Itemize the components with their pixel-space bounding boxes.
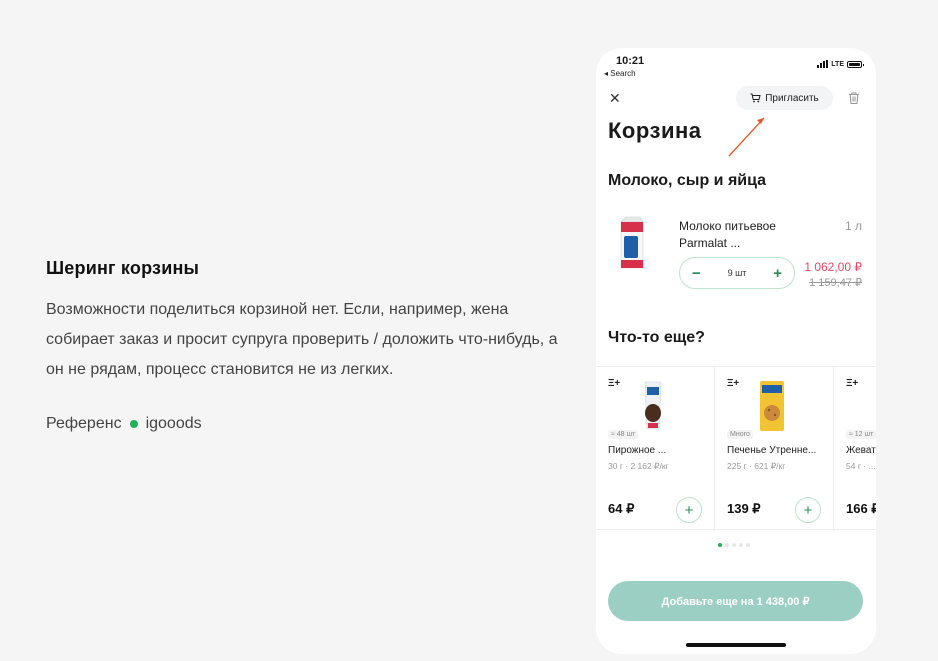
stock-badge: Много — [727, 430, 753, 439]
quantity-value: 9 шт — [727, 268, 747, 278]
decrease-quantity-button[interactable]: − — [692, 265, 701, 282]
stock-badge: ≈ 12 шт — [846, 430, 876, 439]
reference-dot-icon — [129, 420, 138, 428]
reference-name: igooods — [145, 415, 202, 432]
product-name[interactable]: Печенье Утренне... — [727, 445, 827, 456]
biscuit-pack-image — [760, 381, 784, 431]
description-title: Шеринг корзины — [46, 258, 200, 278]
cart-section-title: Молоко, сыр и яйца — [608, 172, 767, 189]
stock-badge: ≈ 48 шт — [608, 430, 639, 439]
reference-line: Референс igooods — [46, 415, 566, 433]
product-price: 139 ₽ — [727, 501, 761, 516]
pagination-dot[interactable] — [746, 543, 750, 547]
invite-button[interactable]: Пригласить — [736, 86, 833, 110]
pagination-dot[interactable] — [739, 543, 743, 547]
pagination-dot[interactable] — [725, 543, 729, 547]
back-to-search-link[interactable]: ◂ Search — [604, 69, 636, 78]
page-title: Корзина — [608, 118, 702, 143]
add-to-list-icon[interactable]: Ξ+ — [608, 378, 620, 389]
status-indicators: LTE — [817, 60, 864, 68]
milk-carton-image — [620, 216, 644, 269]
add-more-button[interactable]: Добавьте еще на 1 438,00 ₽ — [608, 581, 863, 621]
phone-screen: 10:21 ◂ Search LTE ✕ Пригласить Корзина … — [596, 48, 876, 654]
trash-icon[interactable] — [847, 91, 861, 105]
status-time: 10:21 — [616, 55, 645, 67]
add-to-list-icon[interactable]: Ξ+ — [727, 378, 739, 389]
add-to-cart-button[interactable]: + — [676, 497, 702, 523]
suggestions-carousel[interactable]: Ξ+ ≈ 48 шт Пирожное ... 30 г · 2 162 ₽/к… — [596, 366, 876, 531]
product-name[interactable]: Жевательн... — [846, 445, 876, 456]
product-name[interactable]: Пирожное ... — [608, 445, 708, 456]
product-price: 166 ₽ — [846, 501, 876, 516]
description-block: Шеринг корзины Возможности поделиться ко… — [46, 258, 566, 433]
pagination-dot[interactable] — [718, 543, 722, 547]
product-meta: 30 г · 2 162 ₽/кг — [608, 461, 669, 471]
add-to-list-icon[interactable]: Ξ+ — [846, 378, 858, 389]
home-indicator — [686, 643, 786, 647]
close-icon[interactable]: ✕ — [609, 90, 621, 107]
product-price: 64 ₽ — [608, 501, 635, 516]
cart-item-price: 1 062,00 ₽ — [804, 260, 862, 274]
cart-item-volume: 1 л — [844, 219, 862, 233]
description-body: Возможности поделиться корзиной нет. Есл… — [46, 301, 558, 378]
quantity-stepper: − 9 шт + — [679, 257, 795, 289]
battery-icon — [847, 60, 864, 68]
increase-quantity-button[interactable]: + — [773, 265, 782, 282]
cart-icon — [750, 93, 761, 103]
signal-icon — [817, 60, 829, 68]
product-meta: 54 г · ... — [846, 461, 876, 471]
network-label: LTE — [831, 60, 844, 68]
invite-button-label: Пригласить — [765, 92, 819, 104]
product-card[interactable]: Ξ+ Много Печенье Утренне... 225 г · 621 … — [715, 367, 834, 531]
pastry-image — [644, 381, 662, 430]
reference-label: Референс — [46, 415, 122, 432]
product-card[interactable]: Ξ+ ≈ 48 шт Пирожное ... 30 г · 2 162 ₽/к… — [596, 367, 715, 531]
carousel-pagination — [718, 543, 750, 547]
cart-item-old-price: 1 159,47 ₽ — [809, 277, 862, 289]
product-meta: 225 г · 621 ₽/кг — [727, 461, 786, 471]
product-card[interactable]: Ξ+ ≈ 12 шт Жевательн... 54 г · ... 166 ₽ — [834, 367, 876, 531]
pagination-dot[interactable] — [732, 543, 736, 547]
status-bar: 10:21 ◂ Search LTE — [596, 48, 876, 82]
cart-item-name[interactable]: Молоко питьевое Parmalat ... — [679, 218, 819, 252]
suggestions-title: Что-то еще? — [608, 329, 705, 346]
add-to-cart-button[interactable]: + — [795, 497, 821, 523]
